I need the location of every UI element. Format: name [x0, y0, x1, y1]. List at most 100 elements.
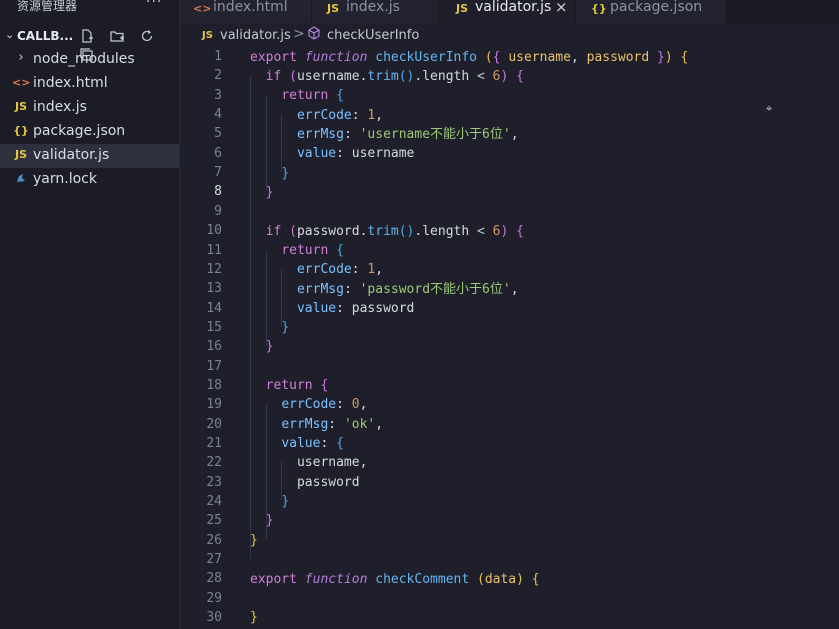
tab-label: package.json	[610, 0, 703, 15]
vscode-window: 资源管理器 ··· ⌄ CALLB... › node_modules <> i…	[0, 0, 839, 629]
line-number: 25	[206, 513, 222, 529]
tab-label: index.html	[213, 0, 288, 15]
line-number: 15	[206, 319, 222, 335]
code-line-8: }	[265, 185, 274, 200]
project-folder-header[interactable]: ⌄ CALLB...	[0, 27, 179, 61]
tab-label: validator.js	[475, 0, 552, 15]
tree-item-package-json[interactable]: {} package.json	[0, 120, 179, 144]
code-line-13: errMsg: 'password不能小于6位',	[296, 282, 519, 297]
tree-item-label: yarn.lock	[33, 171, 97, 187]
code-line-11: return {	[281, 243, 344, 258]
js-file-icon: JS	[456, 2, 469, 15]
line-number: 13	[206, 281, 222, 297]
explorer-title: 资源管理器	[17, 0, 78, 13]
line-number: 14	[206, 300, 222, 316]
js-file-icon: JS	[327, 2, 340, 15]
json-file-icon: {}	[591, 2, 607, 15]
code-line-4: errCode: 1,	[296, 108, 384, 123]
tab-index-html[interactable]: <> index.html	[180, 0, 312, 23]
chevron-right-icon: >	[293, 26, 305, 42]
code-line-15: }	[281, 320, 290, 335]
code-line-14: value: password	[296, 301, 415, 316]
line-number: 21	[206, 436, 222, 451]
line-number: 27	[206, 552, 222, 568]
line-number: 9	[214, 203, 222, 219]
line-number: 28	[206, 571, 222, 587]
breadcrumb-file[interactable]: validator.js	[220, 28, 291, 43]
line-number: 19	[206, 397, 222, 413]
code-line-6: value: username	[296, 146, 415, 161]
code-line-2: if (username.trim().length < 6) {	[265, 69, 524, 84]
tab-index-js[interactable]: JS index.js	[312, 0, 439, 23]
tab-validator-js[interactable]: JS validator.js ×	[439, 0, 576, 23]
close-icon[interactable]: ×	[555, 0, 568, 16]
code-line-24: }	[281, 494, 290, 509]
tree-item-label: index.html	[33, 75, 108, 91]
line-number: 6	[214, 145, 222, 161]
js-file-icon: JS	[202, 30, 213, 41]
html-file-icon: <>	[193, 2, 212, 15]
code-line-1: export function checkUserInfo ({ usernam…	[250, 50, 689, 65]
cube-symbol-icon	[307, 26, 321, 44]
js-file-icon: JS	[14, 100, 27, 113]
tab-label: index.js	[346, 0, 400, 15]
code-line-5: errMsg: 'username不能小于6位',	[296, 127, 519, 142]
code-line-22: username,	[250, 455, 368, 470]
code-line-26: }	[250, 533, 258, 548]
tree-item-label: package.json	[33, 123, 126, 139]
line-number: 8	[214, 184, 222, 200]
tree-item-index-js[interactable]: JS index.js	[0, 96, 179, 120]
line-number: 30	[206, 610, 222, 626]
new-folder-icon[interactable]	[108, 29, 126, 45]
line-number: 12	[206, 261, 222, 277]
refresh-icon[interactable]	[138, 29, 156, 45]
line-number: 10	[206, 223, 222, 239]
code-line-10: if (password.trim().length < 6) {	[265, 224, 524, 239]
tree-item-validator-js[interactable]: JS validator.js	[0, 144, 179, 168]
line-number: 17	[206, 358, 222, 374]
tree-item-label: index.js	[33, 99, 87, 115]
line-number: 26	[206, 532, 222, 548]
code-line-12: errCode: 1,	[296, 262, 384, 277]
line-number: 2	[214, 68, 222, 84]
tree-item-index-html[interactable]: <> index.html	[0, 72, 179, 96]
line-number: 23	[206, 474, 222, 490]
more-actions-icon[interactable]: ···	[146, 0, 162, 10]
code-line-20: errMsg: 'ok',	[281, 417, 384, 432]
editor-tabbar: <> index.html JS index.js JS validator.j…	[180, 0, 839, 23]
breadcrumb: JS validator.js > checkUserInfo	[180, 25, 839, 47]
tree-item-node-modules[interactable]: › node_modules	[0, 48, 179, 72]
code-line-3: return {	[281, 88, 344, 103]
code-line-30: }	[250, 610, 258, 625]
code-line-18: return {	[265, 378, 329, 393]
tree-item-label: node_modules	[33, 51, 135, 67]
explorer-header: 资源管理器 ···	[0, 0, 179, 18]
code-editor[interactable]: 1 2 3 4 5 6 7 8 9 10 11 12 13 14 15 16 17 18 19 20 21 22 23 24 2…	[180, 47, 839, 629]
mouse-cursor-icon: ⌖	[766, 102, 773, 115]
line-number: 29	[206, 590, 222, 606]
html-file-icon: <>	[12, 76, 31, 89]
line-number: 1	[214, 49, 222, 64]
line-number: 22	[206, 455, 222, 471]
line-number: 18	[206, 377, 222, 393]
code-line-23: password	[250, 475, 360, 490]
line-number: 20	[206, 416, 222, 432]
line-number: 24	[206, 494, 222, 510]
code-line-16: }	[265, 339, 274, 354]
line-number: 11	[206, 242, 222, 258]
line-number: 16	[206, 339, 222, 355]
json-file-icon: {}	[13, 124, 29, 137]
tree-item-yarn-lock[interactable]: yarn.lock	[0, 168, 179, 192]
line-number: 4	[214, 107, 222, 123]
chevron-right-icon: ›	[18, 50, 24, 65]
line-number: 5	[214, 126, 222, 142]
explorer-sidebar: 资源管理器 ··· ⌄ CALLB... › node_modules <> i…	[0, 0, 180, 629]
code-line-19: errCode: 0,	[281, 397, 368, 412]
line-number: 7	[214, 165, 222, 181]
code-line-28: export function checkComment (data) {	[250, 572, 540, 587]
breadcrumb-symbol[interactable]: checkUserInfo	[327, 28, 419, 43]
new-file-icon[interactable]	[78, 29, 96, 45]
code-line-7: }	[281, 166, 290, 181]
chevron-down-icon[interactable]: ⌄	[5, 28, 14, 41]
tab-package-json[interactable]: {} package.json	[576, 0, 727, 23]
